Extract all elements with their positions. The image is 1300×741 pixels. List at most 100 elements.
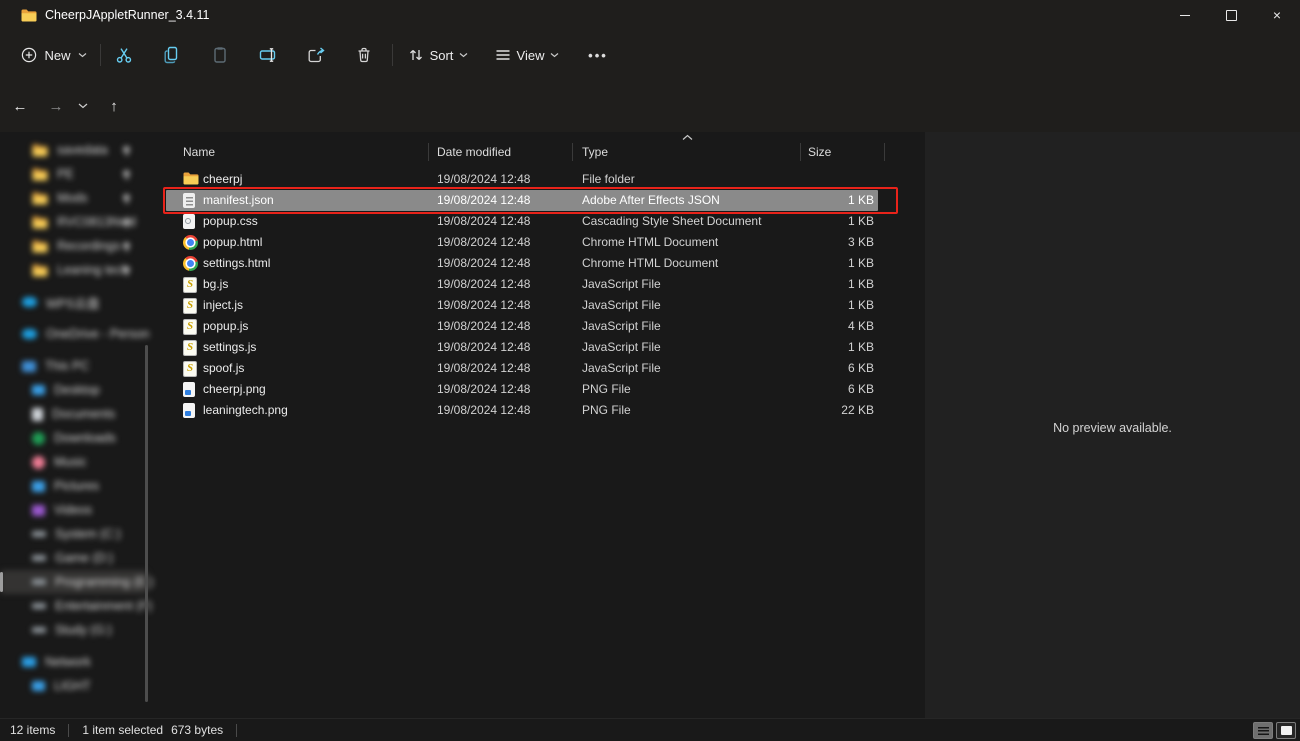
maximize-button[interactable] bbox=[1208, 0, 1254, 30]
column-header-type[interactable]: Type bbox=[582, 145, 608, 159]
items-count: 12 items bbox=[10, 723, 55, 737]
close-button[interactable]: × bbox=[1254, 0, 1300, 30]
status-divider bbox=[68, 724, 69, 737]
file-date-modified: 19/08/2024 12:48 bbox=[437, 358, 530, 379]
sidebar-item-recordings[interactable]: Recordings bbox=[0, 234, 148, 258]
file-type: Chrome HTML Document bbox=[582, 232, 718, 253]
file-row-popup-css[interactable]: popup.css19/08/2024 12:48Cascading Style… bbox=[166, 211, 878, 232]
sidebar-item-music[interactable]: Music bbox=[0, 450, 148, 474]
selection-size: 673 bytes bbox=[171, 723, 223, 737]
file-type: JavaScript File bbox=[582, 295, 661, 316]
file-name: leaningtech.png bbox=[203, 400, 288, 421]
png-image-icon bbox=[183, 382, 195, 397]
navigation-bar: ← → ↑ › This PC›Programming (E:)›Leaning… bbox=[0, 80, 1300, 132]
minimize-button[interactable] bbox=[1162, 0, 1208, 30]
file-row-manifest-json[interactable]: manifest.json19/08/2024 12:48Adobe After… bbox=[166, 190, 878, 211]
sidebar-item-pictures[interactable]: Pictures bbox=[0, 474, 148, 498]
column-divider[interactable] bbox=[428, 143, 429, 161]
css-document-icon bbox=[183, 214, 195, 229]
file-row-leaningtech-png[interactable]: leaningtech.png19/08/2024 12:48PNG File2… bbox=[166, 400, 878, 421]
sidebar-item-system-c[interactable]: System (C:) bbox=[0, 522, 148, 546]
delete-button[interactable] bbox=[345, 39, 383, 71]
details-view-toggle[interactable] bbox=[1253, 722, 1273, 739]
sidebar-item-rvc0813nvid[interactable]: RVC0813Nvid bbox=[0, 210, 148, 234]
forward-button[interactable]: → bbox=[42, 92, 70, 120]
rename-button[interactable] bbox=[249, 39, 287, 71]
sidebar-item-pe[interactable]: PE bbox=[0, 162, 148, 186]
selection-count: 1 item selected bbox=[82, 723, 163, 737]
javascript-file-icon bbox=[183, 340, 197, 356]
file-name: popup.js bbox=[203, 316, 248, 337]
file-size: 6 KB bbox=[848, 379, 874, 400]
sidebar-item-label: PE bbox=[57, 167, 74, 181]
documents-icon bbox=[32, 408, 43, 421]
file-type: Adobe After Effects JSON bbox=[582, 190, 720, 211]
sidebar-item-light[interactable]: LIGHT bbox=[0, 674, 148, 698]
sidebar-item-game-d[interactable]: Game (D:) bbox=[0, 546, 148, 570]
sidebar-item-network[interactable]: Network bbox=[0, 650, 148, 674]
file-row-cheerpj[interactable]: cheerpj19/08/2024 12:48File folder bbox=[166, 169, 878, 190]
share-button[interactable] bbox=[297, 39, 335, 71]
copy-button[interactable] bbox=[153, 39, 191, 71]
sidebar-item-this-pc[interactable]: This PC bbox=[0, 354, 148, 378]
sidebar-scrollbar[interactable] bbox=[145, 345, 148, 702]
javascript-file-icon bbox=[183, 361, 197, 377]
new-button[interactable]: New bbox=[14, 39, 94, 71]
file-size: 1 KB bbox=[848, 253, 874, 274]
file-date-modified: 19/08/2024 12:48 bbox=[437, 274, 530, 295]
file-row-settings-js[interactable]: settings.js19/08/2024 12:48JavaScript Fi… bbox=[166, 337, 878, 358]
cut-button[interactable] bbox=[105, 39, 143, 71]
sidebar-item-programming-e[interactable]: Programming (E:) bbox=[0, 570, 148, 594]
history-chevron-button[interactable] bbox=[72, 92, 94, 120]
sidebar-item-videos[interactable]: Videos bbox=[0, 498, 148, 522]
file-row-bg-js[interactable]: bg.js19/08/2024 12:48JavaScript File1 KB bbox=[166, 274, 878, 295]
sidebar-item-study-g[interactable]: Study (G:) bbox=[0, 618, 148, 642]
file-row-popup-html[interactable]: popup.html19/08/2024 12:48Chrome HTML Do… bbox=[166, 232, 878, 253]
paste-button[interactable] bbox=[201, 39, 239, 71]
sidebar-item-label: Recordings bbox=[57, 239, 120, 253]
toolbar-divider bbox=[392, 44, 393, 66]
file-name: manifest.json bbox=[203, 190, 274, 211]
preview-pane: No preview available. bbox=[925, 132, 1300, 718]
large-icons-view-toggle[interactable] bbox=[1276, 722, 1296, 739]
column-divider[interactable] bbox=[800, 143, 801, 161]
sidebar-item-onedrive-person[interactable]: OneDrive - Person bbox=[0, 322, 148, 346]
file-explorer-window: CheerpJAppletRunner_3.4.11 × New bbox=[0, 0, 1300, 741]
drive-icon bbox=[32, 555, 46, 561]
file-size: 22 KB bbox=[841, 400, 874, 421]
sidebar-item-mods[interactable]: Mods bbox=[0, 186, 148, 210]
pictures-icon bbox=[32, 481, 45, 492]
file-row-popup-js[interactable]: popup.js19/08/2024 12:48JavaScript File4… bbox=[166, 316, 878, 337]
sidebar-item-savedata[interactable]: savedata bbox=[0, 138, 148, 162]
clipboard-icon bbox=[211, 46, 229, 64]
file-row-spoof-js[interactable]: spoof.js19/08/2024 12:48JavaScript File6… bbox=[166, 358, 878, 379]
sidebar-item-desktop[interactable]: Desktop bbox=[0, 378, 148, 402]
sidebar-item-downloads[interactable]: Downloads bbox=[0, 426, 148, 450]
sort-button[interactable]: Sort bbox=[400, 39, 476, 71]
view-button[interactable]: View bbox=[488, 39, 566, 71]
file-row-settings-html[interactable]: settings.html19/08/2024 12:48Chrome HTML… bbox=[166, 253, 878, 274]
sidebar-item-documents[interactable]: Documents bbox=[0, 402, 148, 426]
more-options-button[interactable]: ••• bbox=[578, 39, 618, 71]
chrome-icon bbox=[183, 235, 198, 250]
sidebar-item-entertainment-f[interactable]: Entertainment (F) bbox=[0, 594, 148, 618]
folder-icon bbox=[21, 9, 37, 22]
file-date-modified: 19/08/2024 12:48 bbox=[437, 337, 530, 358]
file-name: settings.js bbox=[203, 337, 256, 358]
column-header-date-modified[interactable]: Date modified bbox=[437, 145, 511, 159]
file-date-modified: 19/08/2024 12:48 bbox=[437, 253, 530, 274]
file-row-inject-js[interactable]: inject.js19/08/2024 12:48JavaScript File… bbox=[166, 295, 878, 316]
column-divider[interactable] bbox=[572, 143, 573, 161]
sidebar-item-wps[interactable]: WPS云盘 bbox=[0, 290, 148, 314]
back-button[interactable]: ← bbox=[6, 92, 34, 120]
folder-icon bbox=[183, 172, 199, 185]
drive-icon bbox=[32, 579, 46, 585]
column-divider[interactable] bbox=[884, 143, 885, 161]
up-button[interactable]: ↑ bbox=[100, 92, 128, 120]
sidebar-item-leaning-tech[interactable]: Leaning tech bbox=[0, 258, 148, 282]
column-header-name[interactable]: Name bbox=[183, 145, 215, 159]
titlebar: CheerpJAppletRunner_3.4.11 × bbox=[0, 0, 1300, 30]
sidebar-item-label: Videos bbox=[54, 503, 92, 517]
file-row-cheerpj-png[interactable]: cheerpj.png19/08/2024 12:48PNG File6 KB bbox=[166, 379, 878, 400]
column-header-size[interactable]: Size bbox=[808, 145, 831, 159]
